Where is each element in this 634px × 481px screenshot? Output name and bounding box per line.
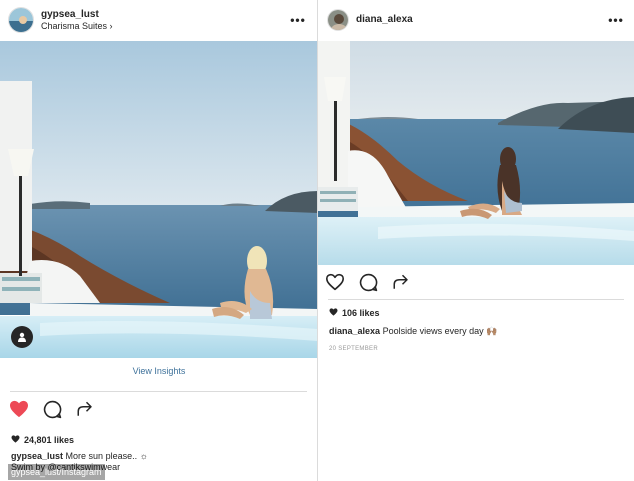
- left-post-avatar[interactable]: [8, 7, 34, 33]
- right-post-card: diana_alexa ••• 106 likes diana_alexa Po…: [318, 0, 634, 481]
- left-post-divider: [10, 391, 307, 392]
- left-post-caption: gypsea_lust More sun please.. ☼: [11, 451, 148, 461]
- left-post-header-text: gypsea_lust Charisma Suites ›: [41, 9, 288, 32]
- view-insights-link[interactable]: View Insights: [0, 366, 318, 384]
- left-post-caption-text: More sun please.. ☼: [65, 451, 148, 461]
- right-post-likes-count: 106 likes: [342, 308, 380, 318]
- left-post-header: gypsea_lust Charisma Suites › •••: [0, 0, 318, 40]
- left-post-location-name[interactable]: Charisma Suites: [41, 21, 107, 31]
- left-post-card: gypsea_lust Charisma Suites › ••• View I…: [0, 0, 318, 481]
- right-post-avatar[interactable]: [327, 9, 349, 31]
- right-post-header: diana_alexa •••: [318, 0, 634, 40]
- location-chevron-icon: ›: [109, 20, 113, 31]
- share-icon[interactable]: [390, 272, 412, 292]
- left-post-likes-count: 24,801 likes: [24, 435, 75, 445]
- right-post-caption-text: Poolside views every day 🙌🏽: [382, 326, 498, 336]
- comment-icon[interactable]: [41, 399, 63, 419]
- comment-icon[interactable]: [357, 272, 379, 292]
- left-post-more-options-button[interactable]: •••: [288, 13, 308, 27]
- right-post-header-text: diana_alexa: [356, 14, 606, 26]
- right-post-likes[interactable]: 106 likes: [329, 308, 380, 318]
- left-post-photo[interactable]: [0, 41, 318, 358]
- heart-icon[interactable]: [8, 399, 30, 419]
- right-post-photo[interactable]: [318, 41, 634, 265]
- left-post-caption-username[interactable]: gypsea_lust: [11, 451, 63, 461]
- right-post-caption-username[interactable]: diana_alexa: [329, 326, 380, 336]
- share-icon[interactable]: [74, 399, 96, 419]
- image-credit-watermark: gypsea_lust/Instagram: [8, 464, 105, 480]
- likes-heart-icon: [11, 435, 20, 445]
- user-tag-icon[interactable]: [11, 326, 33, 348]
- right-post-date: 20 SEPTEMBER: [329, 346, 378, 352]
- heart-icon[interactable]: [324, 272, 346, 292]
- right-post-username[interactable]: diana_alexa: [356, 14, 606, 26]
- left-post-username[interactable]: gypsea_lust: [41, 9, 288, 21]
- left-post-likes[interactable]: 24,801 likes: [11, 435, 74, 445]
- left-post-location[interactable]: Charisma Suites ›: [41, 21, 288, 32]
- right-post-divider: [328, 299, 624, 300]
- right-post-action-bar: [324, 272, 423, 292]
- right-post-caption: diana_alexa Poolside views every day 🙌🏽: [329, 326, 497, 337]
- likes-heart-icon: [329, 308, 338, 318]
- left-post-action-bar: [8, 399, 107, 419]
- right-post-more-options-button[interactable]: •••: [606, 13, 626, 27]
